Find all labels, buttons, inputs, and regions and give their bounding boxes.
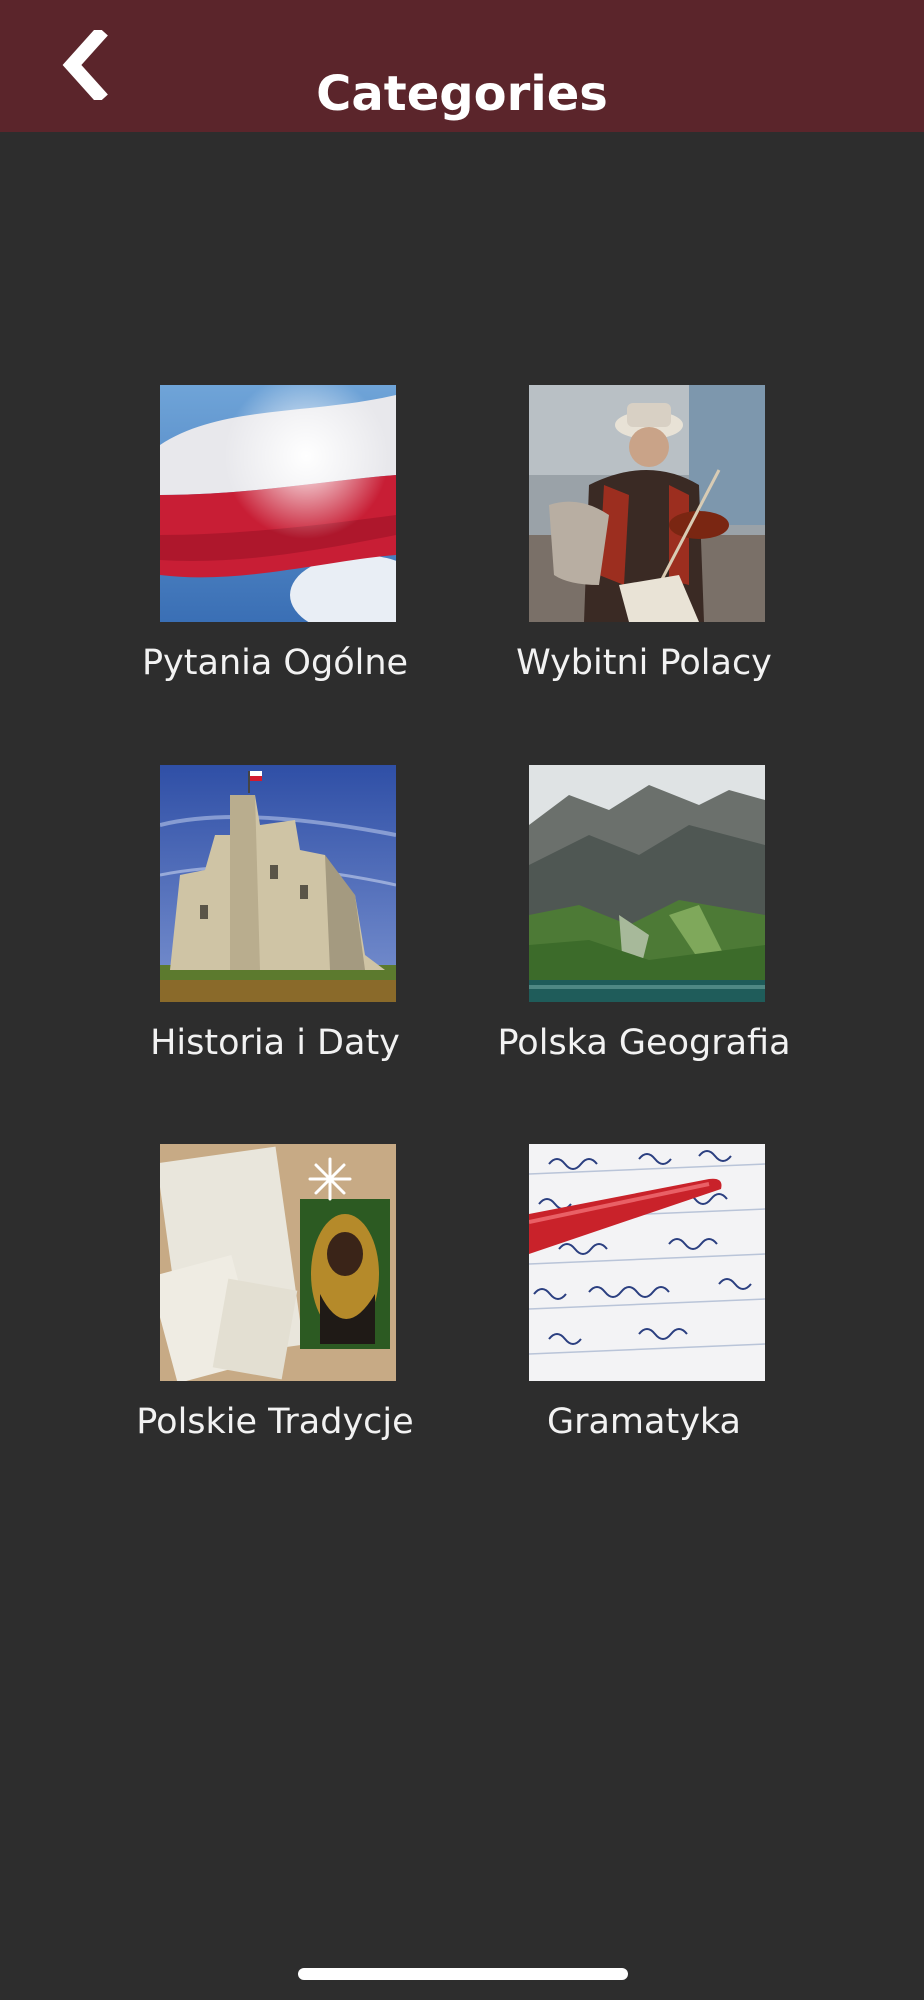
home-indicator[interactable]	[298, 1968, 628, 1980]
violinist-image	[529, 385, 765, 622]
page-title: Categories	[316, 66, 608, 122]
category-polskie-tradycje[interactable]: Polskie Tradycje	[125, 1144, 425, 1456]
category-gramatyka[interactable]: Gramatyka	[494, 1144, 794, 1456]
handwriting-pen-image	[529, 1144, 765, 1381]
christmas-wafer-image	[160, 1144, 396, 1381]
category-label: Pytania Ogólne	[141, 643, 409, 683]
category-historia-i-daty[interactable]: Historia i Daty	[125, 765, 425, 1077]
category-label: Historia i Daty	[150, 1023, 400, 1063]
app-header: Categories	[0, 0, 924, 132]
polish-flag-image	[160, 385, 396, 622]
category-label: Wybitni Polacy	[516, 643, 772, 683]
category-label: Polska Geografia	[497, 1023, 791, 1063]
category-label: Gramatyka	[546, 1402, 742, 1442]
category-wybitni-polacy[interactable]: Wybitni Polacy	[494, 385, 794, 697]
category-label: Polskie Tradycje	[136, 1402, 414, 1442]
mountains-lake-image	[529, 765, 765, 1002]
castle-image	[160, 765, 396, 1002]
category-pytania-ogolne[interactable]: Pytania Ogólne	[125, 385, 425, 697]
category-polska-geografia[interactable]: Polska Geografia	[494, 765, 794, 1077]
